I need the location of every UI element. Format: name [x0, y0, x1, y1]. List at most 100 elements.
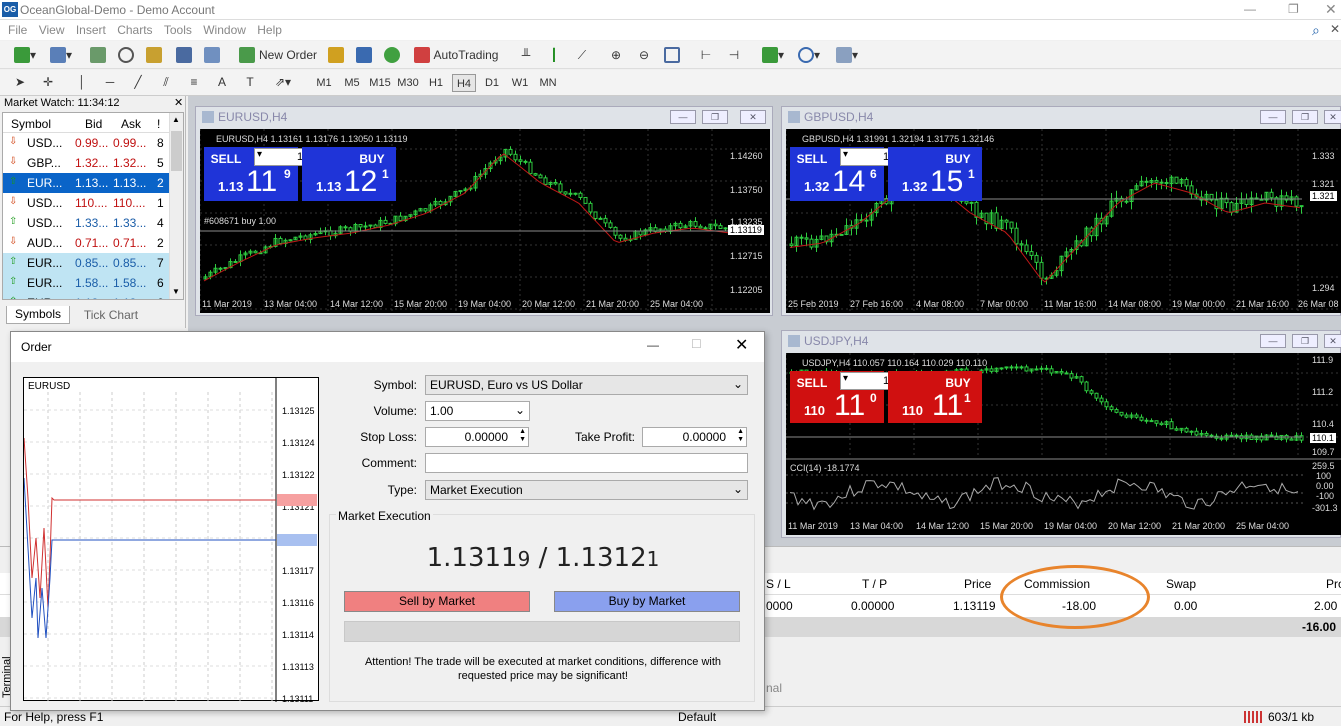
tf-m30[interactable]: M30: [396, 74, 420, 92]
zoom-out-icon[interactable]: ⊖: [634, 45, 654, 65]
close-icon[interactable]: ✕: [735, 335, 748, 355]
stop-loss-input[interactable]: 0.00000 ▲ ▼: [425, 427, 529, 447]
tf-m15[interactable]: M15: [368, 74, 392, 92]
type-select[interactable]: Market Execution ⌄: [425, 480, 748, 500]
mw-scrollbar[interactable]: ▲ ▼: [169, 113, 183, 299]
mw-row[interactable]: ⇩ USD... 110.... 110.... 1: [3, 193, 169, 213]
minimize-icon[interactable]: —: [1260, 334, 1286, 348]
candlestick-icon[interactable]: ┃: [544, 45, 564, 65]
journal-tab[interactable]: nal: [766, 681, 782, 695]
bar-chart-icon[interactable]: ╨: [516, 45, 536, 65]
close-icon[interactable]: ✕: [740, 110, 766, 124]
vertical-line-icon[interactable]: │: [72, 72, 92, 92]
market-watch-close-icon[interactable]: ✕: [174, 96, 183, 109]
comment-input[interactable]: [425, 453, 748, 473]
metaeditor-icon[interactable]: [326, 45, 346, 65]
maximize-icon[interactable]: ❐: [702, 110, 728, 124]
navigator-icon[interactable]: [116, 45, 136, 65]
maximize-icon[interactable]: ☐: [691, 337, 702, 351]
tf-m1[interactable]: M1: [312, 74, 336, 92]
zoom-in-icon[interactable]: ⊕: [606, 45, 626, 65]
buy-button[interactable]: BUY 1.32 15 1: [888, 147, 982, 201]
menu-help[interactable]: Help: [257, 23, 282, 37]
menu-view[interactable]: View: [39, 23, 65, 37]
autoscroll-icon[interactable]: ⊢: [696, 45, 716, 65]
take-profit-input[interactable]: 0.00000 ▲ ▼: [642, 427, 747, 447]
mw-row[interactable]: ⇧ EUR... 1.13... 1.13... 2: [3, 173, 169, 193]
tf-mn[interactable]: MN: [536, 74, 560, 92]
volume-down-icon[interactable]: ▾: [257, 149, 262, 160]
tf-m5[interactable]: M5: [340, 74, 364, 92]
indicators-icon[interactable]: ▾: [758, 45, 788, 65]
signals-icon[interactable]: [354, 45, 374, 65]
chart-plot-gbpusd[interactable]: GBPUSD,H4 1.31991 1.32194 1.31775 1.3214…: [786, 129, 1341, 313]
chart-plot-usdjpy[interactable]: USDJPY,H4 110.057 110.164 110.029 110.11…: [786, 353, 1341, 535]
symbol-select[interactable]: EURUSD, Euro vs US Dollar ⌄: [425, 375, 748, 395]
close-icon[interactable]: ✕: [1324, 110, 1341, 124]
menu-insert[interactable]: Insert: [76, 23, 106, 37]
mw-col-spread[interactable]: !: [157, 117, 160, 131]
profiles-icon[interactable]: ▾: [46, 45, 76, 65]
mw-row[interactable]: ⇧ EUR... 1.13... 1.13... 6: [3, 293, 169, 299]
volume-down-icon[interactable]: ▾: [843, 373, 848, 384]
maximize-icon[interactable]: ❐: [1292, 334, 1318, 348]
horizontal-line-icon[interactable]: ─: [100, 72, 120, 92]
new-chart-icon[interactable]: ▾: [8, 45, 42, 65]
periods-icon[interactable]: ▾: [794, 45, 824, 65]
sell-by-market-button[interactable]: Sell by Market: [344, 591, 530, 612]
chart-plot-eurusd[interactable]: EURUSD,H4 1.13161 1.13176 1.13050 1.1311…: [200, 129, 770, 313]
col-tp[interactable]: T / P: [862, 577, 887, 591]
tester-icon[interactable]: [202, 45, 222, 65]
close-icon[interactable]: ✕: [1324, 334, 1341, 348]
col-sl[interactable]: S / L: [766, 577, 791, 591]
restore-icon[interactable]: ❐: [1288, 2, 1299, 16]
menu-tools[interactable]: Tools: [164, 23, 192, 37]
line-chart-icon[interactable]: ⟋: [572, 45, 592, 65]
menu-window[interactable]: Window: [203, 23, 246, 37]
scroll-up-icon[interactable]: ▲: [172, 115, 180, 124]
trendline-icon[interactable]: ╱: [128, 72, 148, 92]
tf-h1[interactable]: H1: [424, 74, 448, 92]
spinner-icon[interactable]: ▲ ▼: [737, 428, 744, 444]
templates-icon[interactable]: ▾: [832, 45, 862, 65]
col-price[interactable]: Price: [964, 577, 991, 591]
menu-close-icon[interactable]: ✕: [1330, 22, 1340, 36]
autotrading-button[interactable]: AutoTrading: [410, 45, 502, 65]
minimize-icon[interactable]: —: [647, 338, 659, 352]
minimize-icon[interactable]: —: [670, 110, 696, 124]
volume-down-icon[interactable]: ▾: [843, 149, 848, 160]
mw-col-bid[interactable]: Bid: [85, 117, 102, 131]
mw-tab-tick-chart[interactable]: Tick Chart: [76, 307, 146, 323]
chart-window-gbpusd[interactable]: GBPUSD,H4 — ❐ ✕ GBPUSD,H4 1.31991 1.3219…: [781, 106, 1341, 316]
mw-row[interactable]: ⇩ AUD... 0.71... 0.71... 2: [3, 233, 169, 253]
col-profit[interactable]: Pro: [1326, 577, 1341, 591]
crosshair-icon[interactable]: ✛: [38, 72, 58, 92]
arrows-icon[interactable]: ⇗▾: [268, 72, 298, 92]
minimize-icon[interactable]: —: [1244, 2, 1256, 16]
buy-by-market-button[interactable]: Buy by Market: [554, 591, 740, 612]
col-swap[interactable]: Swap: [1166, 577, 1196, 591]
menu-file[interactable]: File: [8, 23, 27, 37]
spinner-icon[interactable]: ▲ ▼: [519, 428, 526, 444]
maximize-icon[interactable]: ❐: [1292, 110, 1318, 124]
label-tool-icon[interactable]: T: [240, 72, 260, 92]
chart-window-eurusd[interactable]: EURUSD,H4 — ❐ ✕ EURUSD,H4 1.13161 1.1317…: [195, 106, 773, 316]
mw-row[interactable]: ⇧ EUR... 0.85... 0.85... 7: [3, 253, 169, 273]
volume-select[interactable]: 1.00 ⌄: [425, 401, 530, 421]
mw-col-symbol[interactable]: Symbol: [11, 117, 51, 131]
tf-d1[interactable]: D1: [480, 74, 504, 92]
new-order-button[interactable]: New Order: [236, 45, 320, 65]
tile-windows-icon[interactable]: [662, 45, 682, 65]
terminal-icon[interactable]: [174, 45, 194, 65]
chart-shift-icon[interactable]: ⊣: [724, 45, 744, 65]
minimize-icon[interactable]: —: [1260, 110, 1286, 124]
close-icon[interactable]: ✕: [1325, 1, 1337, 18]
fibonacci-icon[interactable]: ≡: [184, 72, 204, 92]
market-watch-icon[interactable]: [88, 45, 108, 65]
menu-charts[interactable]: Charts: [117, 23, 152, 37]
chart-window-usdjpy[interactable]: USDJPY,H4 — ❐ ✕ USDJPY,H4 110.057 110.16…: [781, 330, 1341, 538]
mw-tab-symbols[interactable]: Symbols: [6, 306, 70, 324]
buy-button[interactable]: BUY 1.13 12 1: [302, 147, 396, 201]
mw-row[interactable]: ⇧ EUR... 1.58... 1.58... 6: [3, 273, 169, 293]
channel-icon[interactable]: ⫽: [156, 72, 176, 92]
